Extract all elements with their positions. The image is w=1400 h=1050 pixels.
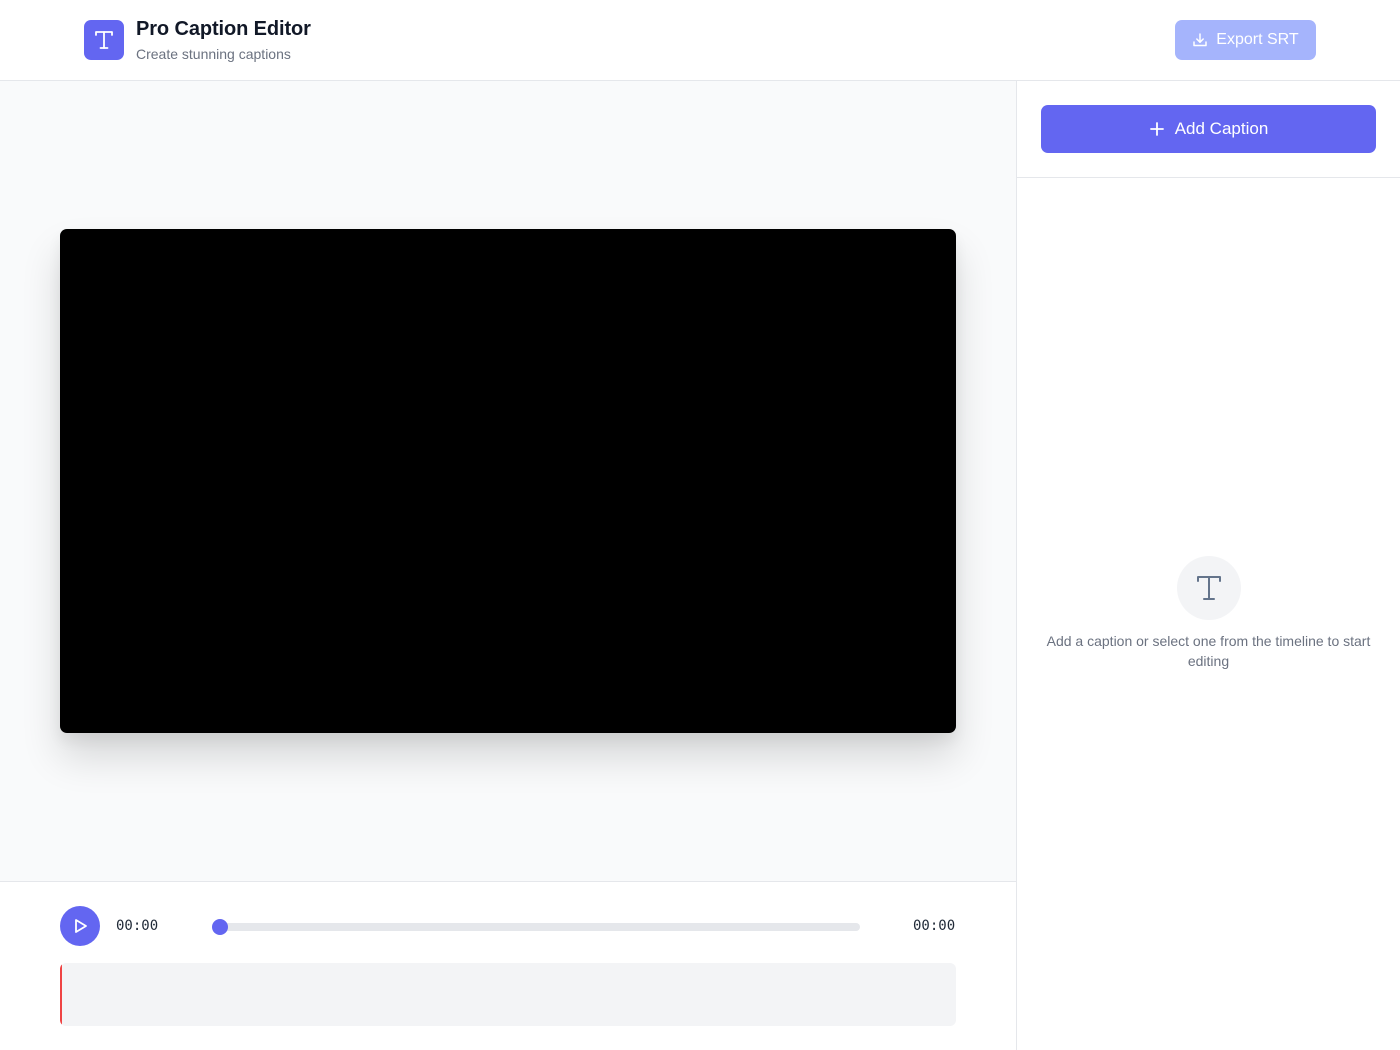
video-stage xyxy=(0,81,1016,881)
seek-bar[interactable] xyxy=(220,923,860,931)
app-header: Pro Caption Editor Create stunning capti… xyxy=(0,0,1400,81)
download-icon xyxy=(1193,33,1208,47)
empty-state-icon xyxy=(1177,556,1241,620)
text-t-icon xyxy=(95,31,113,49)
plus-icon xyxy=(1149,122,1164,136)
text-t-icon xyxy=(1197,576,1221,600)
current-time: 00:00 xyxy=(116,918,159,934)
seek-thumb[interactable] xyxy=(212,919,228,935)
sidebar-toolbar: Add Caption xyxy=(1017,81,1400,178)
app-title: Pro Caption Editor xyxy=(136,18,311,40)
caption-timeline[interactable] xyxy=(60,963,956,1026)
add-caption-label: Add Caption xyxy=(1174,119,1269,138)
app-subtitle: Create stunning captions xyxy=(136,46,291,62)
playback-controls: 00:00 00:00 xyxy=(0,881,1016,1050)
play-button[interactable] xyxy=(60,906,100,946)
empty-state-message: Add a caption or select one from the tim… xyxy=(1046,633,1371,669)
total-time: 00:00 xyxy=(913,918,956,934)
add-caption-button[interactable]: Add Caption xyxy=(1041,105,1376,153)
app-logo xyxy=(84,20,124,60)
timeline-playhead[interactable] xyxy=(60,963,62,1026)
play-icon xyxy=(75,919,87,933)
caption-sidebar: Add Caption Add a caption or select one … xyxy=(1016,81,1400,1050)
export-srt-label: Export SRT xyxy=(1216,31,1299,48)
video-preview[interactable] xyxy=(60,229,956,733)
export-srt-button[interactable]: Export SRT xyxy=(1175,20,1316,60)
